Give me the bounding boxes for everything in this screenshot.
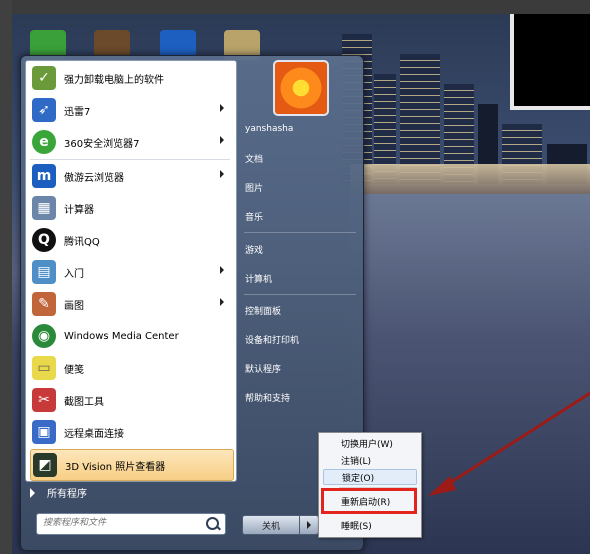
- submenu-arrow-icon: [220, 170, 224, 178]
- submenu-arrow-icon: [220, 298, 224, 306]
- right-item-games[interactable]: 游戏: [245, 238, 355, 260]
- search-box[interactable]: [36, 513, 226, 535]
- program-item[interactable]: ▤ 入门: [30, 257, 232, 287]
- program-item-highlighted[interactable]: ◩ 3D Vision 照片查看器: [30, 449, 234, 481]
- pointer-arrow-icon: [428, 391, 590, 496]
- paint-icon: ✎: [32, 292, 56, 316]
- separator: [244, 232, 356, 233]
- program-label: 强力卸载电脑上的软件: [64, 74, 164, 86]
- program-label: Windows Media Center: [64, 330, 179, 342]
- submenu-arrow-icon: [220, 104, 224, 112]
- search-icon[interactable]: [206, 517, 219, 530]
- program-item[interactable]: ▭ 便笺: [30, 353, 232, 383]
- calculator-icon: ▦: [32, 196, 56, 220]
- right-item-label: 图片: [245, 183, 264, 194]
- program-label: 画图: [64, 300, 84, 312]
- right-item-label: 音乐: [245, 212, 264, 223]
- bridge: [350, 164, 590, 194]
- sticky-notes-icon: ▭: [32, 356, 56, 380]
- program-label: 傲游云浏览器: [64, 172, 124, 184]
- triangle-right-icon: [30, 487, 35, 498]
- menu-item-label: 睡眠(S): [341, 521, 372, 532]
- program-item[interactable]: ✎ 画图: [30, 289, 232, 319]
- right-item-label: 设备和打印机: [245, 335, 300, 346]
- getting-started-icon: ▤: [32, 260, 56, 284]
- restart-highlight-box: [321, 488, 417, 514]
- shutdown-context-menu: 切换用户(W) 注销(L) 锁定(O) 重新启动(R) 睡眠(S): [318, 432, 422, 538]
- right-item-music[interactable]: 音乐: [245, 205, 355, 227]
- program-label: 腾讯QQ: [64, 236, 100, 248]
- right-item-label: 文档: [245, 154, 264, 165]
- shutdown-options-button[interactable]: [299, 515, 319, 535]
- program-label: 迅雷7: [64, 106, 91, 118]
- right-item-computer[interactable]: 计算机: [245, 267, 355, 289]
- right-item-documents[interactable]: 文档: [245, 147, 355, 169]
- menu-item-label: 切换用户(W): [341, 439, 393, 450]
- right-item-help[interactable]: 帮助和支持: [245, 386, 355, 408]
- right-item-label: yanshasha: [245, 124, 294, 134]
- right-item-label: 游戏: [245, 245, 264, 256]
- program-item[interactable]: Q 腾讯QQ: [30, 225, 232, 255]
- program-label: 截图工具: [64, 396, 104, 408]
- program-item[interactable]: ➶ 迅雷7: [30, 95, 232, 125]
- program-label: 远程桌面连接: [64, 428, 124, 440]
- program-item[interactable]: ▦ 计算器: [30, 193, 232, 223]
- thunder-icon: ➶: [32, 98, 56, 122]
- 3d-vision-icon: ◩: [33, 453, 57, 477]
- program-item[interactable]: m 傲游云浏览器: [30, 161, 232, 191]
- menu-item-lock[interactable]: 锁定(O): [323, 469, 417, 485]
- program-item[interactable]: ▣ 远程桌面连接: [30, 417, 232, 447]
- maxthon-icon: m: [32, 164, 56, 188]
- right-item-control-panel[interactable]: 控制面板: [245, 299, 355, 321]
- program-list: ✓ 强力卸载电脑上的软件 ➶ 迅雷7 e 360安全浏览器7 m 傲游云浏览器 …: [25, 60, 237, 482]
- menu-item-label: 注销(L): [341, 456, 372, 467]
- program-label: 计算器: [64, 204, 94, 216]
- search-input[interactable]: [37, 514, 199, 532]
- uninstaller-icon: ✓: [32, 66, 56, 90]
- qq-icon: Q: [32, 228, 56, 252]
- program-label: 便笺: [64, 364, 84, 376]
- shutdown-label: 关机: [261, 521, 280, 532]
- program-label: 360安全浏览器7: [64, 138, 140, 150]
- submenu-arrow-icon: [220, 266, 224, 274]
- program-label: 入门: [64, 268, 84, 280]
- menu-item-switch-user[interactable]: 切换用户(W): [323, 435, 417, 451]
- program-item[interactable]: ✂ 截图工具: [30, 385, 232, 415]
- all-programs-label: 所有程序: [47, 489, 87, 500]
- menu-item-sleep[interactable]: 睡眠(S): [323, 517, 417, 533]
- media-center-icon: ◉: [32, 324, 56, 348]
- program-label: 3D Vision 照片查看器: [65, 461, 166, 473]
- menu-item-log-off[interactable]: 注销(L): [323, 452, 417, 468]
- program-item[interactable]: e 360安全浏览器7: [30, 127, 232, 157]
- right-item-label: 默认程序: [245, 364, 282, 375]
- menu-item-label: 锁定(O): [342, 473, 375, 484]
- right-item-default-programs[interactable]: 默认程序: [245, 357, 355, 379]
- window-left-border: [0, 0, 12, 554]
- program-item[interactable]: ✓ 强力卸载电脑上的软件: [30, 63, 232, 93]
- right-item-label: 计算机: [245, 274, 273, 285]
- shutdown-button[interactable]: 关机: [242, 515, 300, 535]
- remote-desktop-icon: ▣: [32, 420, 56, 444]
- program-item[interactable]: ◉ Windows Media Center: [30, 321, 232, 351]
- dark-window: [510, 14, 590, 110]
- window-top-border: [0, 0, 590, 14]
- 360-browser-icon: e: [32, 130, 56, 154]
- right-item-pictures[interactable]: 图片: [245, 176, 355, 198]
- right-item-label: 控制面板: [245, 306, 282, 317]
- separator: [244, 294, 356, 295]
- user-avatar[interactable]: [273, 60, 329, 116]
- right-item-label: 帮助和支持: [245, 393, 291, 404]
- all-programs-button[interactable]: 所有程序: [30, 485, 87, 500]
- submenu-arrow-icon: [220, 136, 224, 144]
- right-item-user[interactable]: yanshasha: [245, 118, 355, 140]
- right-item-devices-printers[interactable]: 设备和打印机: [245, 328, 355, 350]
- separator: [30, 159, 230, 160]
- snipping-tool-icon: ✂: [32, 388, 56, 412]
